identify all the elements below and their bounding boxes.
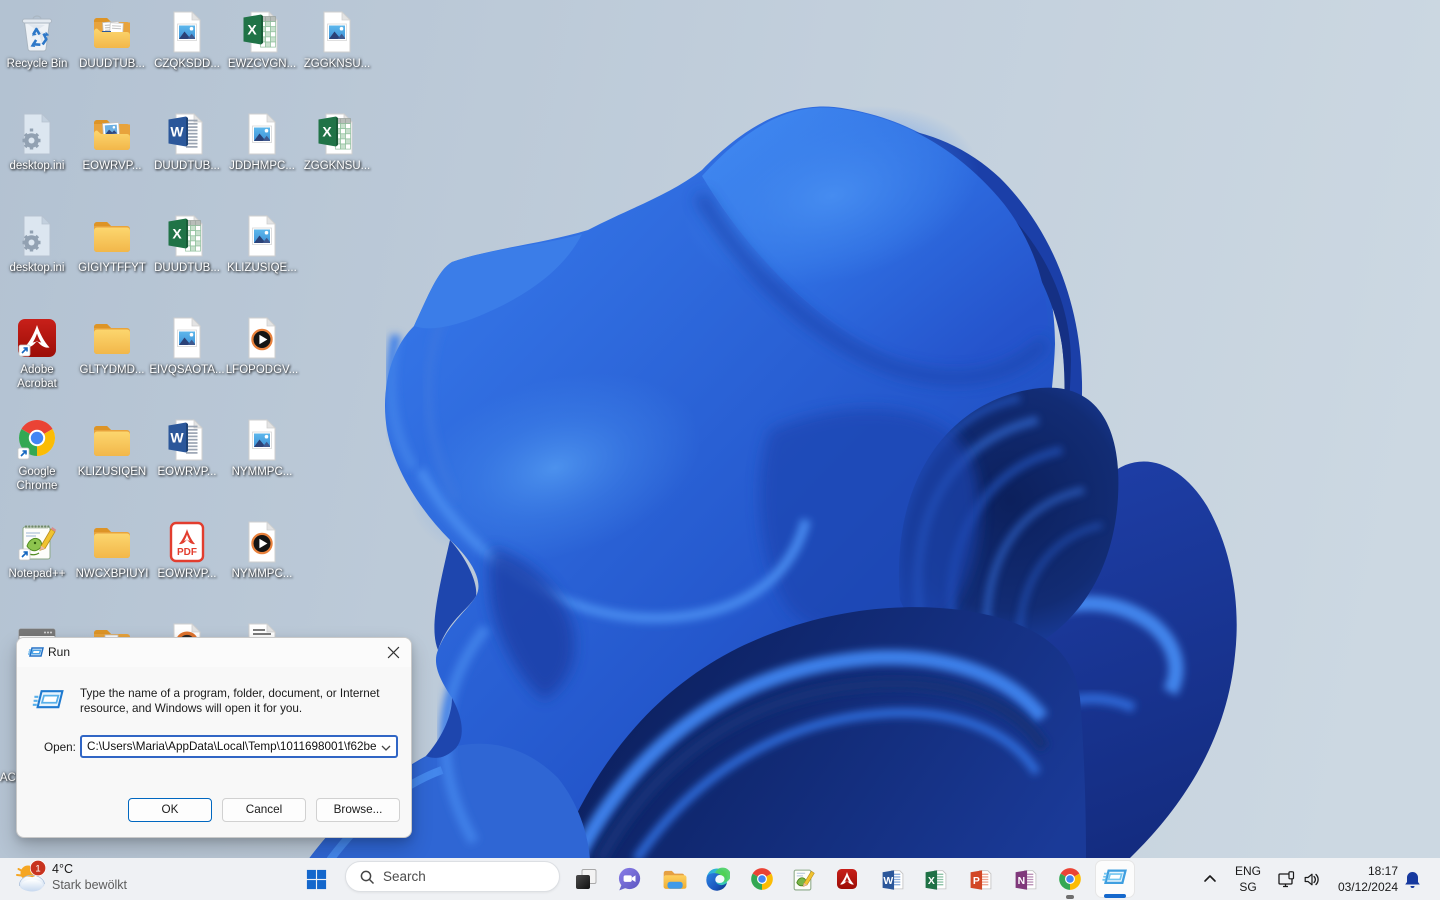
svg-text:PDF: PDF bbox=[177, 547, 197, 558]
svg-text:N: N bbox=[1017, 876, 1025, 887]
svg-text:X: X bbox=[927, 876, 934, 887]
svg-text:1: 1 bbox=[35, 864, 40, 875]
svg-text:W: W bbox=[170, 124, 184, 140]
svg-text:W: W bbox=[170, 430, 184, 446]
svg-text:X: X bbox=[247, 22, 257, 38]
svg-text:P: P bbox=[972, 876, 979, 887]
svg-text:W: W bbox=[883, 876, 893, 887]
svg-text:X: X bbox=[172, 226, 182, 242]
svg-text:X: X bbox=[322, 124, 332, 140]
